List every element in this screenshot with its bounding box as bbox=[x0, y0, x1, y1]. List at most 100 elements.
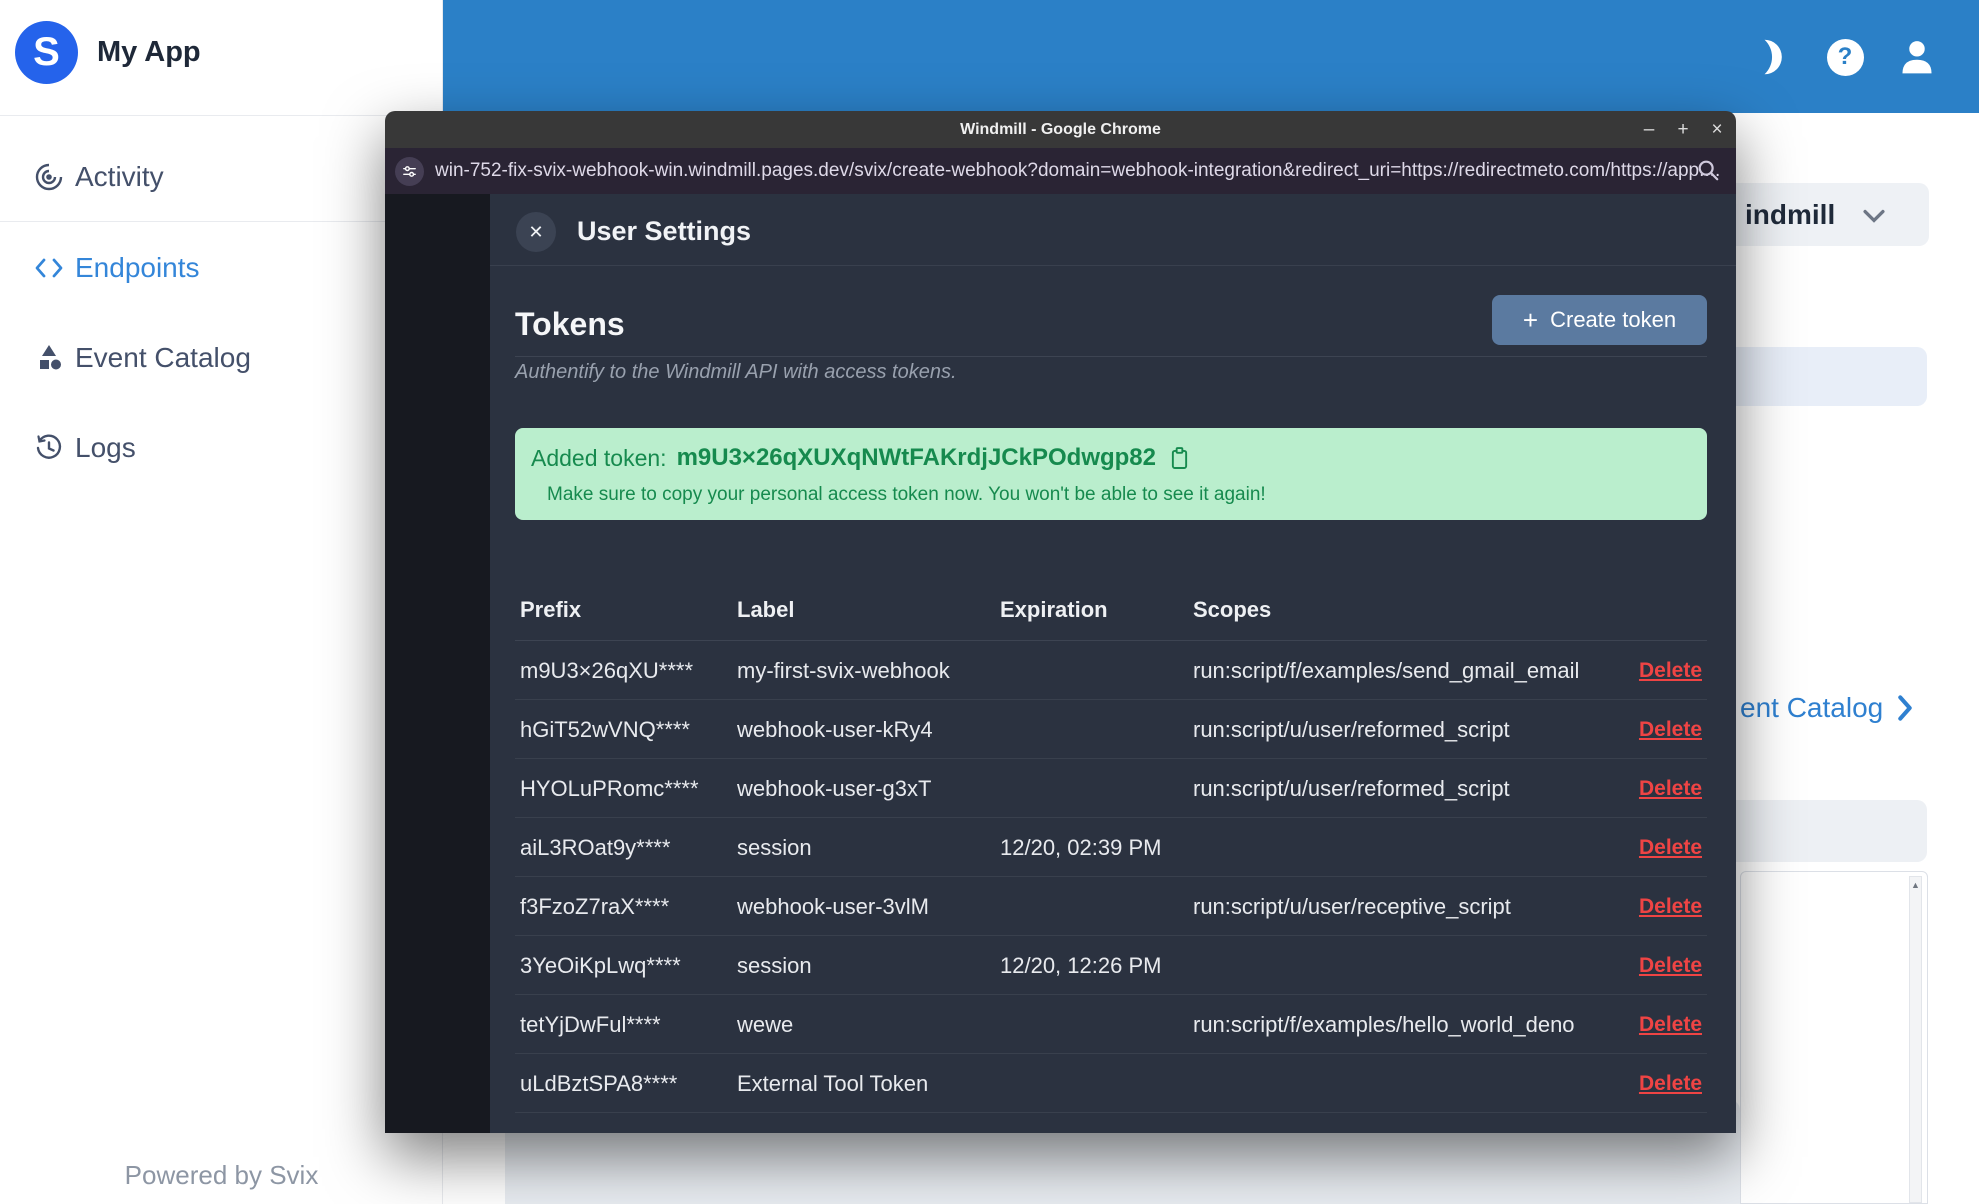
history-clock-icon bbox=[33, 432, 65, 464]
cell-scopes: run:script/u/user/receptive_script bbox=[1193, 894, 1511, 919]
close-icon[interactable]: ✕ bbox=[516, 212, 556, 252]
delete-link[interactable]: Delete bbox=[1639, 759, 1702, 818]
delete-link[interactable]: Delete bbox=[1639, 1113, 1702, 1133]
header-expiration: Expiration bbox=[1000, 597, 1108, 622]
scrollbar[interactable]: ▲ bbox=[1909, 876, 1922, 1203]
cell-prefix: aiL3ROat9y**** bbox=[520, 835, 671, 860]
divider bbox=[0, 115, 443, 116]
minimize-button[interactable]: – bbox=[1634, 111, 1664, 148]
account-icon[interactable] bbox=[1896, 36, 1938, 78]
table-row: m9U3×26qXU**** my-first-svix-webhook run… bbox=[515, 641, 1707, 700]
modal-title: User Settings bbox=[577, 216, 752, 246]
background-list-panel: ▲ bbox=[1740, 871, 1928, 1204]
table-row: tetYjDwFul**** wewe run:script/f/example… bbox=[515, 995, 1707, 1054]
maximize-button[interactable]: + bbox=[1668, 111, 1698, 148]
cell-expiration: 12/20, 02:39 PM bbox=[1000, 835, 1162, 860]
site-settings-icon[interactable] bbox=[395, 157, 424, 186]
cell-prefix: hGiT52wVNQ**** bbox=[520, 717, 690, 742]
divider bbox=[0, 221, 443, 222]
activity-icon bbox=[33, 161, 65, 193]
sidebar-item-logs[interactable]: Logs bbox=[0, 418, 443, 478]
chevron-right-icon bbox=[1898, 695, 1912, 721]
zoom-icon[interactable] bbox=[1696, 158, 1720, 187]
table-header: Prefix Label Expiration Scopes bbox=[515, 578, 1707, 641]
delete-link[interactable]: Delete bbox=[1639, 995, 1702, 1054]
table-row: 3YeOiKpLwq**** session 12/20, 12:26 PM D… bbox=[515, 936, 1707, 995]
cell-scopes: run:script/u/user/reformed_script bbox=[1193, 776, 1510, 801]
chevron-down-icon bbox=[1862, 209, 1886, 228]
dimmed-page-behind-modal bbox=[385, 194, 490, 1133]
code-brackets-icon bbox=[33, 252, 65, 284]
cell-prefix: HYOLuPRomc**** bbox=[520, 776, 699, 801]
tokens-section-title: Tokens bbox=[515, 306, 625, 342]
powered-by-svix: Powered by Svix bbox=[124, 1160, 319, 1190]
cell-expiration: 12/20, 12:26 PM bbox=[1000, 953, 1162, 978]
scroll-up-arrow-icon[interactable]: ▲ bbox=[1910, 880, 1921, 890]
window-titlebar[interactable]: Windmill - Google Chrome – + × bbox=[385, 111, 1736, 148]
cell-prefix: 3YeOiKpLwq**** bbox=[520, 953, 681, 978]
sidebar: S My App Activity Endpoints Event Catalo… bbox=[0, 0, 443, 1204]
table-row: i9AjXYlvIR.**** web token Delete bbox=[515, 1113, 1707, 1133]
window-title: Windmill - Google Chrome bbox=[960, 121, 1161, 138]
help-glyph: ? bbox=[1826, 38, 1864, 76]
url-text[interactable]: win-752-fix-svix-webhook-win.windmill.pa… bbox=[435, 148, 1720, 194]
cell-label: webhook-user-kRy4 bbox=[737, 717, 933, 742]
header-label: Label bbox=[737, 597, 795, 622]
sidebar-item-label: Event Catalog bbox=[75, 342, 251, 373]
shapes-icon bbox=[33, 342, 65, 374]
delete-link[interactable]: Delete bbox=[1639, 1054, 1702, 1113]
person-glyph bbox=[1902, 41, 1932, 74]
table-row: aiL3ROat9y**** session 12/20, 02:39 PM D… bbox=[515, 818, 1707, 877]
delete-link[interactable]: Delete bbox=[1639, 877, 1702, 936]
user-settings-modal: ✕ User Settings Tokens + Create token Au… bbox=[490, 194, 1736, 1133]
cell-label: wewe bbox=[737, 1012, 794, 1037]
header-scopes: Scopes bbox=[1193, 597, 1272, 622]
table-row: uLdBztSPA8**** External Tool Token Delet… bbox=[515, 1054, 1707, 1113]
screen: ? indmill ent Catalog ▲ S My App Activit… bbox=[0, 0, 1979, 1204]
sidebar-item-event-catalog[interactable]: Event Catalog bbox=[0, 328, 443, 388]
cell-scopes: run:script/f/examples/hello_world_deno bbox=[1193, 1012, 1575, 1037]
cell-label: session bbox=[737, 835, 812, 860]
cell-prefix: uLdBztSPA8**** bbox=[520, 1071, 678, 1096]
moon-glyph bbox=[1764, 39, 1782, 75]
cell-label: webhook-user-3vlM bbox=[737, 894, 929, 919]
app-header: ? bbox=[443, 0, 1979, 113]
sidebar-item-label: Activity bbox=[75, 161, 164, 192]
close-window-button[interactable]: × bbox=[1702, 111, 1732, 148]
plus-icon: + bbox=[1522, 304, 1539, 335]
cell-prefix: tetYjDwFul**** bbox=[520, 1012, 661, 1037]
cell-label: webhook-user-g3xT bbox=[737, 776, 932, 801]
cell-scopes: run:script/f/examples/send_gmail_email bbox=[1193, 658, 1580, 683]
delete-link[interactable]: Delete bbox=[1639, 936, 1702, 995]
divider bbox=[515, 356, 1707, 357]
dark-mode-moon-icon[interactable] bbox=[1749, 36, 1791, 78]
copy-icon[interactable] bbox=[1170, 446, 1189, 471]
create-token-button[interactable]: + Create token bbox=[1492, 295, 1707, 345]
event-catalog-link[interactable]: ent Catalog bbox=[1740, 692, 1913, 724]
cell-prefix: m9U3×26qXU**** bbox=[520, 658, 694, 683]
url-bar[interactable]: win-752-fix-svix-webhook-win.windmill.pa… bbox=[385, 148, 1736, 194]
banner-prefix: Added token: bbox=[531, 444, 667, 471]
token-added-banner: Added token: m9U3×26qXUXqNWtFAKrdjJCkPOd… bbox=[515, 428, 1707, 520]
workspace-dropdown-label: indmill bbox=[1745, 199, 1836, 230]
cell-label: my-first-svix-webhook bbox=[737, 658, 950, 683]
sidebar-item-label: Logs bbox=[75, 432, 136, 463]
sidebar-item-endpoints[interactable]: Endpoints bbox=[0, 238, 443, 298]
page-content: ✕ User Settings Tokens + Create token Au… bbox=[385, 194, 1736, 1133]
delete-link[interactable]: Delete bbox=[1639, 641, 1702, 700]
cell-prefix: i9AjXYlvIR.**** bbox=[520, 1113, 664, 1133]
table-row: hGiT52wVNQ**** webhook-user-kRy4 run:scr… bbox=[515, 700, 1707, 759]
help-icon[interactable]: ? bbox=[1824, 36, 1866, 78]
sidebar-item-activity[interactable]: Activity bbox=[0, 147, 443, 207]
delete-link[interactable]: Delete bbox=[1639, 818, 1702, 877]
cell-prefix: f3FzoZ7raX**** bbox=[520, 894, 670, 919]
sidebar-item-label: Endpoints bbox=[75, 252, 200, 283]
event-catalog-link-label: ent Catalog bbox=[1740, 692, 1884, 723]
divider bbox=[490, 265, 1736, 266]
cell-label: External Tool Token bbox=[737, 1071, 929, 1096]
header-prefix: Prefix bbox=[520, 597, 582, 622]
cell-label: session bbox=[737, 953, 812, 978]
delete-link[interactable]: Delete bbox=[1639, 700, 1702, 759]
svix-logo: S bbox=[15, 21, 78, 84]
table-row: HYOLuPRomc**** webhook-user-g3xT run:scr… bbox=[515, 759, 1707, 818]
